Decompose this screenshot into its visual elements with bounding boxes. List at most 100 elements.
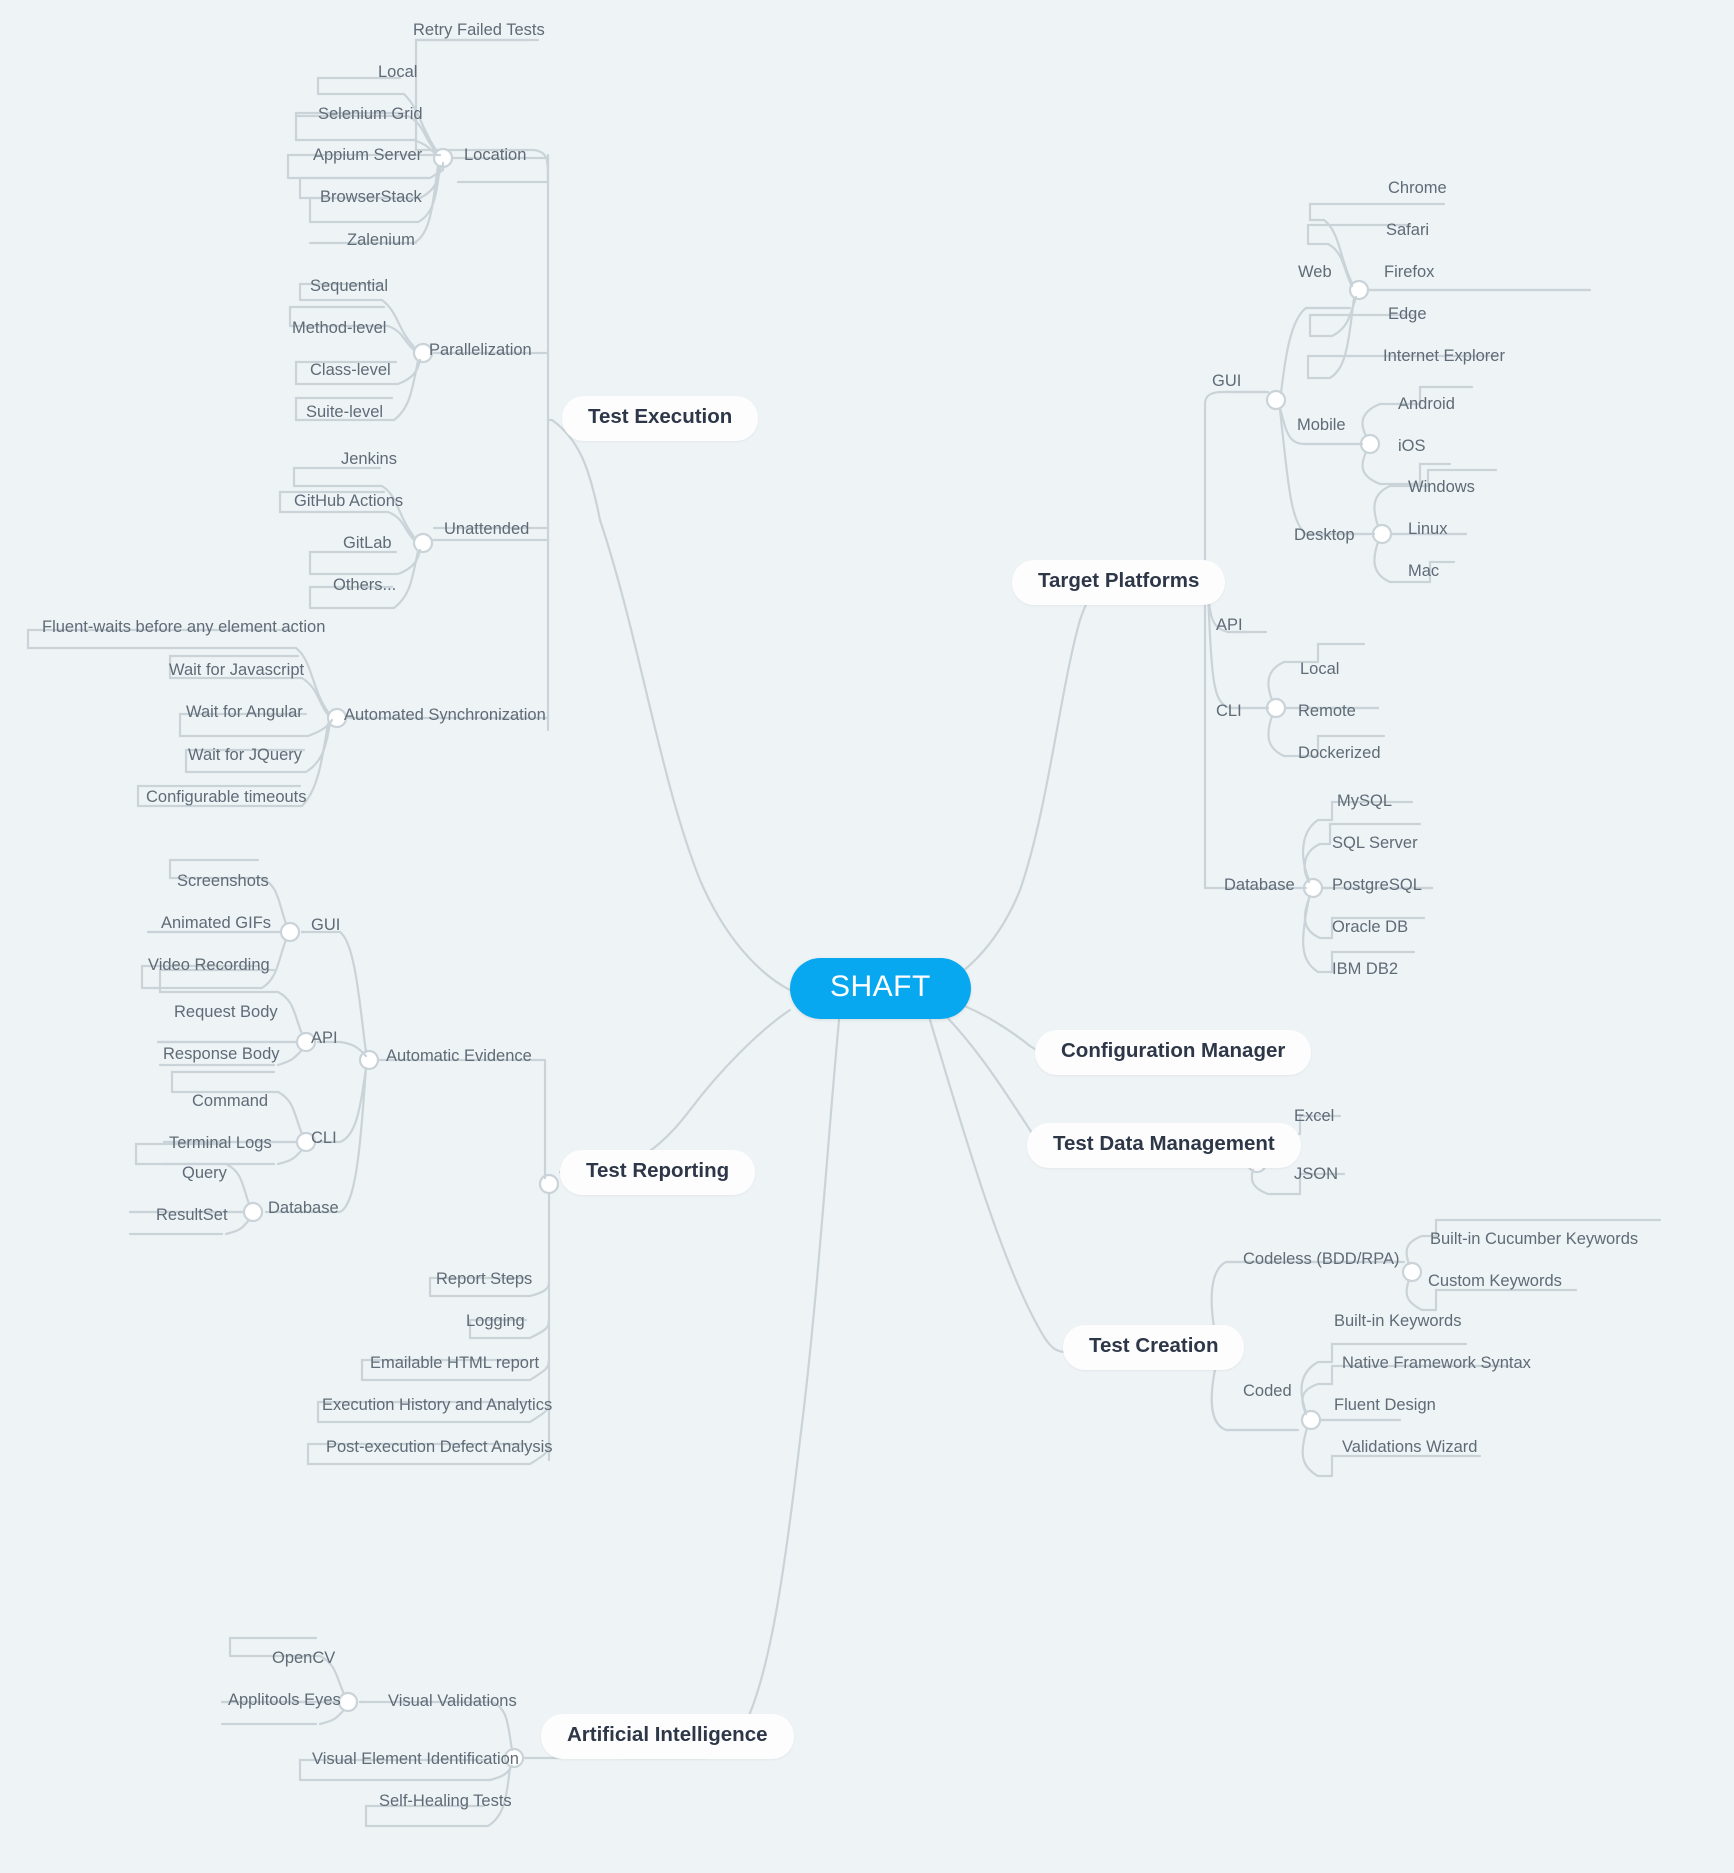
node-self-healing-tests[interactable]: Self-Healing Tests [379,1793,512,1810]
branch-test-creation[interactable]: Test Creation [1063,1325,1245,1370]
connector-lines [26,38,1662,1828]
node-cli-dockerized[interactable]: Dockerized [1298,745,1381,762]
branch-target-platforms[interactable]: Target Platforms [1012,560,1226,605]
node-video-recording[interactable]: Video Recording [148,957,270,974]
node-evidence-api[interactable]: API [311,1030,338,1047]
node-resultset[interactable]: ResultSet [156,1207,228,1224]
node-response-body[interactable]: Response Body [163,1046,280,1063]
node-query[interactable]: Query [182,1165,227,1182]
node-parallelization[interactable]: Parallelization [429,342,532,359]
node-method-level[interactable]: Method-level [292,320,386,337]
node-api[interactable]: API [1216,617,1243,634]
node-applitools-eyes[interactable]: Applitools Eyes [228,1692,341,1709]
node-retry-failed-tests[interactable]: Retry Failed Tests [413,22,545,39]
node-label: Local [378,63,418,81]
node-fluent-design[interactable]: Fluent Design [1334,1397,1436,1414]
node-label: Video Recording [148,956,270,974]
node-evidence-database[interactable]: Database [268,1200,339,1217]
node-coded[interactable]: Coded [1243,1383,1292,1400]
branch-configuration-manager[interactable]: Configuration Manager [1035,1030,1312,1075]
node-selenium-grid[interactable]: Selenium Grid [318,106,423,123]
node-animated-gifs[interactable]: Animated GIFs [161,915,271,932]
node-windows[interactable]: Windows [1408,479,1475,496]
node-label: Fluent Design [1334,1396,1436,1414]
node-class-level[interactable]: Class-level [310,362,391,379]
node-builtin-cucumber-keywords[interactable]: Built-in Cucumber Keywords [1430,1231,1638,1248]
node-internet-explorer[interactable]: Internet Explorer [1383,348,1505,365]
node-report-steps[interactable]: Report Steps [436,1271,532,1288]
node-evidence-gui[interactable]: GUI [311,917,340,934]
node-github-actions[interactable]: GitHub Actions [294,493,403,510]
node-postgresql[interactable]: PostgreSQL [1332,877,1422,894]
branch-test-data-management[interactable]: Test Data Management [1027,1123,1301,1168]
branch-label: Configuration Manager [1061,1039,1286,1062]
node-fluent-waits[interactable]: Fluent-waits before any element action [42,619,325,636]
node-automatic-evidence[interactable]: Automatic Evidence [386,1048,532,1065]
root-node-shaft[interactable]: SHAFT [790,958,971,1019]
node-desktop[interactable]: Desktop [1294,527,1355,544]
node-linux[interactable]: Linux [1408,521,1447,538]
node-sequential[interactable]: Sequential [310,278,388,295]
node-mobile[interactable]: Mobile [1297,417,1346,434]
node-validations-wizard[interactable]: Validations Wizard [1342,1439,1477,1456]
node-web[interactable]: Web [1298,264,1332,281]
node-zalenium[interactable]: Zalenium [347,232,415,249]
node-location-local[interactable]: Local [378,64,417,81]
node-logging[interactable]: Logging [466,1313,525,1330]
node-jenkins[interactable]: Jenkins [341,451,397,468]
branch-artificial-intelligence[interactable]: Artificial Intelligence [541,1714,794,1759]
node-emailable-html-report[interactable]: Emailable HTML report [370,1355,539,1372]
node-visual-element-identification[interactable]: Visual Element Identification [312,1751,519,1768]
node-excel[interactable]: Excel [1294,1108,1334,1125]
node-mac[interactable]: Mac [1408,563,1439,580]
node-configurable-timeouts[interactable]: Configurable timeouts [146,789,307,806]
node-chrome[interactable]: Chrome [1388,180,1447,197]
node-label: Firefox [1384,263,1435,281]
node-firefox[interactable]: Firefox [1384,264,1434,281]
node-request-body[interactable]: Request Body [174,1004,278,1021]
node-evidence-cli[interactable]: CLI [311,1130,337,1147]
node-android[interactable]: Android [1398,396,1455,413]
node-browserstack[interactable]: BrowserStack [320,189,422,206]
node-codeless[interactable]: Codeless (BDD/RPA) [1243,1251,1399,1268]
node-custom-keywords[interactable]: Custom Keywords [1428,1273,1562,1290]
node-appium-server[interactable]: Appium Server [313,147,422,164]
node-safari[interactable]: Safari [1386,222,1429,239]
branch-test-execution[interactable]: Test Execution [562,396,759,441]
branch-label: Artificial Intelligence [567,1723,768,1746]
node-terminal-logs[interactable]: Terminal Logs [169,1135,272,1152]
node-wait-for-angular[interactable]: Wait for Angular [186,704,303,721]
node-database[interactable]: Database [1224,877,1295,894]
node-native-framework-syntax[interactable]: Native Framework Syntax [1342,1355,1531,1372]
node-execution-history[interactable]: Execution History and Analytics [322,1397,552,1414]
node-builtin-keywords[interactable]: Built-in Keywords [1334,1313,1461,1330]
node-ibm-db2[interactable]: IBM DB2 [1332,961,1398,978]
node-label: Location [464,146,527,164]
node-location[interactable]: Location [464,147,526,164]
branch-test-reporting[interactable]: Test Reporting [560,1150,756,1195]
node-sql-server[interactable]: SQL Server [1332,835,1418,852]
node-unattended[interactable]: Unattended [444,521,529,538]
node-gitlab[interactable]: GitLab [343,535,392,552]
node-oracle-db[interactable]: Oracle DB [1332,919,1408,936]
node-command[interactable]: Command [192,1093,268,1110]
node-ios[interactable]: iOS [1398,438,1426,455]
node-gui[interactable]: GUI [1212,373,1241,390]
node-cli-remote[interactable]: Remote [1298,703,1356,720]
node-cli-local[interactable]: Local [1300,661,1339,678]
node-label: Excel [1294,1107,1335,1125]
node-suite-level[interactable]: Suite-level [306,404,383,421]
node-json[interactable]: JSON [1294,1166,1338,1183]
node-screenshots[interactable]: Screenshots [177,873,269,890]
node-mysql[interactable]: MySQL [1337,793,1392,810]
node-visual-validations[interactable]: Visual Validations [388,1693,517,1710]
node-label: SQL Server [1332,834,1418,852]
node-automated-synchronization[interactable]: Automated Synchronization [344,707,546,724]
node-wait-for-jquery[interactable]: Wait for JQuery [188,747,302,764]
node-wait-for-javascript[interactable]: Wait for Javascript [169,662,304,679]
node-cli[interactable]: CLI [1216,703,1242,720]
node-opencv[interactable]: OpenCV [272,1650,335,1667]
node-others[interactable]: Others... [333,577,396,594]
node-edge[interactable]: Edge [1388,306,1427,323]
node-post-execution-defect[interactable]: Post-execution Defect Analysis [326,1439,553,1456]
